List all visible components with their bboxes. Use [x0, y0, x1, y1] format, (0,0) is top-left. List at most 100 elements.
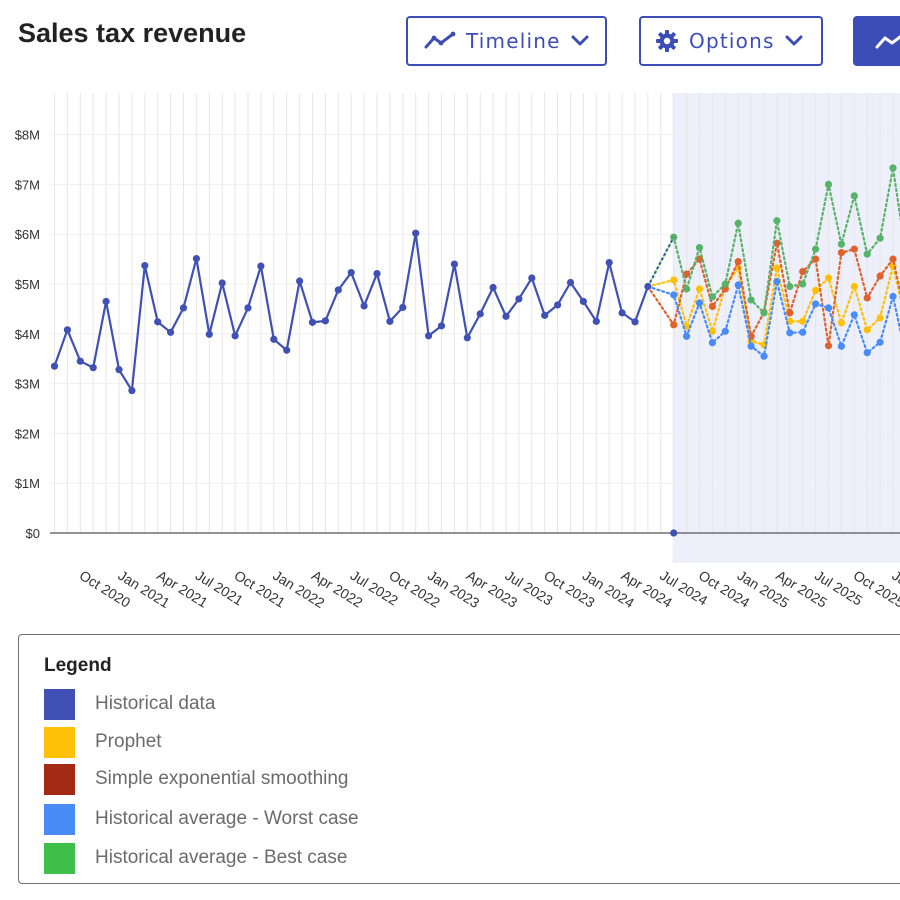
forecast-point — [708, 339, 717, 347]
historical-point — [154, 318, 162, 326]
historical-point — [128, 386, 136, 395]
forecast-point — [670, 321, 678, 329]
forecast-point — [837, 319, 846, 327]
historical-point — [334, 286, 342, 294]
y-tick-label: $7M — [15, 177, 40, 192]
forecast-point — [824, 342, 833, 350]
historical-point — [528, 274, 536, 282]
forecast-point — [773, 264, 781, 272]
forecast-point — [799, 317, 807, 325]
y-tick-label: $4M — [15, 327, 40, 342]
historical-point — [554, 301, 562, 309]
forecast-point — [889, 164, 897, 172]
historical-point — [412, 229, 420, 237]
legend-label: Prophet — [95, 731, 162, 752]
y-tick-label: $3M — [15, 377, 40, 392]
historical-point — [463, 334, 471, 342]
historical-point — [308, 318, 317, 326]
forecast-point — [850, 311, 858, 319]
forecast-point — [876, 314, 884, 322]
forecast-point — [876, 234, 884, 242]
forecast-point — [824, 274, 833, 282]
forecast-point — [683, 285, 691, 293]
forecast-point — [876, 272, 884, 280]
legend-label: Historical average - Worst case — [95, 808, 359, 829]
forecast-point — [760, 352, 768, 360]
forecast-point — [786, 329, 794, 337]
forecast-point — [747, 296, 755, 304]
historical-point — [283, 346, 291, 354]
gear-icon — [655, 29, 679, 53]
forecast-point — [799, 328, 807, 336]
forecast-point — [824, 180, 833, 188]
historical-point — [231, 332, 239, 340]
forecast-point — [760, 309, 768, 317]
forecast-point — [837, 240, 846, 248]
forecast-point — [850, 192, 858, 200]
legend-item-best-case: Historical average - Best case — [44, 842, 347, 874]
historical-point — [167, 328, 175, 336]
historical-point — [631, 318, 639, 326]
historical-point — [386, 317, 394, 325]
legend-title: Legend — [44, 655, 112, 676]
forecast-point — [837, 342, 846, 350]
legend-label: Historical average - Best case — [95, 847, 348, 868]
historical-point — [218, 279, 226, 287]
forecast-point — [799, 280, 807, 288]
historical-point — [502, 312, 510, 320]
historical-point — [437, 322, 446, 330]
options-dropdown-button[interactable]: Options — [639, 16, 823, 66]
forecast-point — [863, 294, 871, 302]
historical-point — [321, 317, 329, 325]
timeline-dropdown-button[interactable]: Timeline — [406, 16, 607, 66]
forecast-point — [721, 280, 729, 288]
forecast-point — [786, 309, 794, 317]
chart-view-button[interactable] — [853, 16, 900, 66]
forecast-point — [695, 299, 704, 307]
legend-item-historical: Historical data — [44, 688, 215, 720]
forecast-point — [889, 255, 897, 263]
y-tick-label: $6M — [15, 227, 40, 242]
chevron-down-icon — [571, 35, 589, 47]
forecast-point — [837, 249, 846, 257]
legend-item-worst-case: Historical average - Worst case — [44, 803, 359, 835]
forecast-point — [812, 245, 820, 253]
forecast-point — [721, 327, 729, 335]
trend-line-icon — [424, 31, 456, 51]
forecast-point — [734, 281, 742, 289]
historical-point — [205, 330, 213, 338]
forecast-point — [747, 342, 755, 350]
forecast-point — [824, 304, 833, 312]
forecast-point — [863, 250, 871, 258]
forecast-point — [863, 326, 871, 334]
historical-point — [450, 260, 458, 268]
forecast-point — [863, 349, 871, 357]
forecast-point — [889, 292, 897, 301]
historical-point — [541, 311, 549, 319]
chevron-down-icon — [785, 35, 803, 47]
forecast-point — [876, 338, 884, 346]
historical-point — [476, 310, 484, 318]
historical-point — [192, 255, 200, 263]
forecast-point — [708, 293, 717, 301]
legend-swatch — [44, 688, 75, 720]
y-tick-label: $1M — [15, 476, 40, 491]
legend-swatch — [44, 803, 75, 835]
historical-point — [76, 357, 84, 365]
historical-point — [115, 366, 123, 374]
legend-swatch — [44, 726, 75, 758]
trend-line-icon — [875, 31, 900, 51]
historical-point — [579, 297, 588, 306]
forecast-point — [670, 276, 678, 284]
historical-point — [296, 277, 304, 285]
historical-point — [592, 317, 600, 325]
forecast-point — [670, 291, 678, 299]
historical-point — [270, 335, 278, 343]
historical-point — [50, 362, 59, 370]
historical-point — [360, 302, 368, 310]
historical-point — [257, 262, 265, 270]
forecast-start-marker — [670, 529, 678, 537]
timeline-label: Timeline — [466, 29, 561, 53]
historical-point — [179, 304, 188, 312]
historical-point — [347, 268, 355, 277]
